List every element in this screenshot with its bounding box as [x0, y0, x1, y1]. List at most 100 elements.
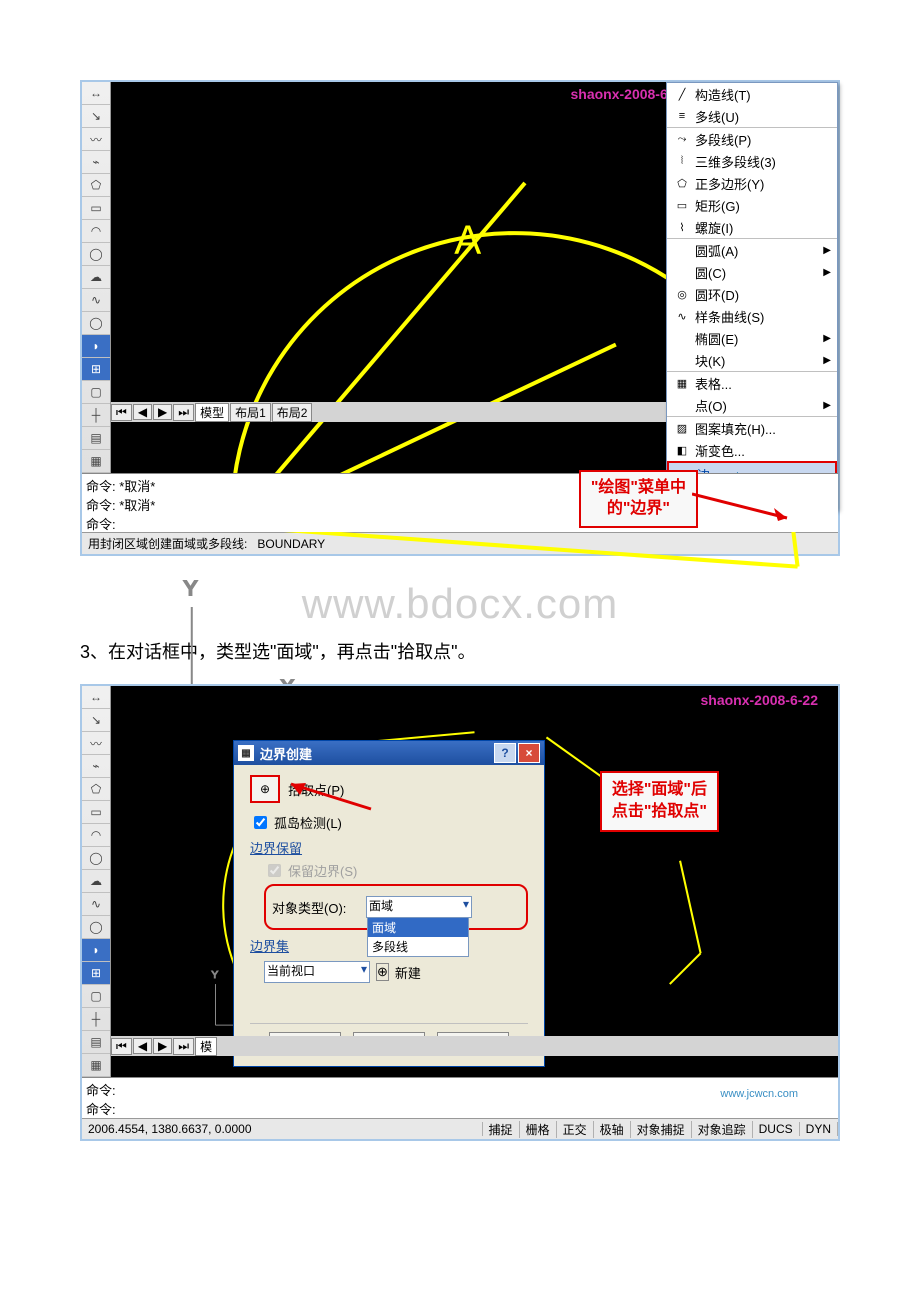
- drawing-canvas[interactable]: shaonx-2008-6-22 A X Y ⏮ ◀: [111, 82, 838, 422]
- tool-block-icon[interactable]: ▢: [82, 381, 110, 404]
- menu-mline[interactable]: ≡多线(U): [667, 105, 837, 127]
- layout-tabs-2: ⏮ ◀ ▶ ⏭ 模: [111, 1036, 838, 1056]
- boundary-dialog: ▦ 边界创建 ? × ⊕ 拾取点(P): [233, 740, 545, 1067]
- drawing-canvas-2[interactable]: shaonx-2008-6-22 X Y ▦ 边界创建: [111, 686, 838, 1056]
- tool-block-icon[interactable]: ▢: [82, 985, 110, 1008]
- object-type-select[interactable]: 面域 ▾ 面域 多段线: [366, 896, 472, 918]
- menu-3dpoly[interactable]: ⦚三维多段线(3): [667, 150, 837, 172]
- new-pick-button[interactable]: ⊕: [376, 963, 389, 981]
- tab-nav-first[interactable]: ⏮: [111, 1038, 132, 1055]
- tool-region-icon[interactable]: ▦: [82, 1054, 110, 1077]
- tab-model[interactable]: 模: [195, 1037, 217, 1056]
- polar-toggle[interactable]: 极轴: [594, 1121, 631, 1138]
- tool-spline-icon[interactable]: ∿: [82, 289, 110, 312]
- viewport-select[interactable]: 当前视口 ▾: [264, 961, 370, 983]
- tab-layout2[interactable]: 布局2: [272, 403, 313, 422]
- menu-ellipse[interactable]: 椭圆(E)▶: [667, 327, 837, 349]
- tool-rect-icon[interactable]: ▭: [82, 197, 110, 220]
- annotation-box-2: 选择"面域"后 点击"拾取点": [600, 771, 719, 832]
- menu-spline[interactable]: ∿样条曲线(S): [667, 305, 837, 327]
- tool-revcloud-icon[interactable]: ☁: [82, 870, 110, 893]
- close-button-icon[interactable]: ×: [518, 743, 540, 763]
- tab-nav-prev[interactable]: ◀: [133, 1038, 152, 1054]
- tool-arc-icon[interactable]: ◠: [82, 824, 110, 847]
- osnap-toggle[interactable]: 对象捕捉: [631, 1121, 692, 1138]
- tool-point-icon[interactable]: ┼: [82, 1008, 110, 1031]
- tool-point-icon[interactable]: ┼: [82, 404, 110, 427]
- ortho-toggle[interactable]: 正交: [557, 1121, 594, 1138]
- tool-ray-icon[interactable]: ↘: [82, 709, 110, 732]
- tab-nav-last[interactable]: ⏭: [173, 404, 194, 421]
- tab-nav-next[interactable]: ▶: [153, 404, 172, 420]
- snap-toggle[interactable]: 捕捉: [483, 1121, 520, 1138]
- menu-hatch[interactable]: ▨图案填充(H)...: [667, 416, 837, 439]
- tool-pline-icon[interactable]: ⌁: [82, 151, 110, 174]
- object-type-label: 对象类型(O):: [272, 898, 360, 917]
- keep-boundary-checkbox: 保留边界(S): [264, 861, 528, 880]
- tab-nav-first[interactable]: ⏮: [111, 404, 132, 421]
- tool-spline-icon[interactable]: ∿: [82, 893, 110, 916]
- figure-2: ↔ ↘ 〰 ⌁ ⬠ ▭ ◠ ◯ ☁ ∿ ◯ ◗ ⊞ ▢ ┼ ▤ ▦ shaonx…: [80, 684, 840, 1141]
- tab-layout1[interactable]: 布局1: [230, 403, 271, 422]
- tool-ray-icon[interactable]: ↘: [82, 105, 110, 128]
- tool-arc-icon[interactable]: ◠: [82, 220, 110, 243]
- tool-circle-icon[interactable]: ◯: [82, 243, 110, 266]
- tool-xline-icon[interactable]: 〰: [82, 732, 110, 755]
- checkbox-input[interactable]: [254, 816, 267, 829]
- tool-xline-icon[interactable]: 〰: [82, 128, 110, 151]
- tool-polygon-icon[interactable]: ⬠: [82, 778, 110, 801]
- svg-text:Y: Y: [184, 578, 198, 600]
- menu-arc[interactable]: 圆弧(A)▶: [667, 238, 837, 261]
- arrow-icon: [692, 486, 802, 526]
- tool-ellipse-icon[interactable]: ◯: [82, 312, 110, 335]
- pick-point-button[interactable]: ⊕: [250, 775, 280, 803]
- help-button-icon[interactable]: ?: [494, 743, 516, 763]
- tool-circle-icon[interactable]: ◯: [82, 847, 110, 870]
- ducs-toggle[interactable]: DUCS: [753, 1122, 800, 1136]
- command-window[interactable]: 命令: *取消* 命令: *取消* 命令: "绘图"菜单中 的"边界": [82, 473, 838, 532]
- menu-polygon[interactable]: ⬠正多边形(Y): [667, 172, 837, 194]
- menu-donut[interactable]: ◎圆环(D): [667, 283, 837, 305]
- grid-toggle[interactable]: 栅格: [520, 1121, 557, 1138]
- menu-point[interactable]: 点(O)▶: [667, 394, 837, 416]
- tab-nav-next[interactable]: ▶: [153, 1038, 172, 1054]
- boundary-keep-group: 边界保留: [250, 838, 528, 857]
- option-region[interactable]: 面域: [368, 918, 468, 937]
- coords-display: 2006.4554, 1380.6637, 0.0000: [82, 1122, 483, 1136]
- tool-insert-icon[interactable]: ⊞: [82, 358, 110, 381]
- otrack-toggle[interactable]: 对象追踪: [692, 1121, 753, 1138]
- tool-insert-icon[interactable]: ⊞: [82, 962, 110, 985]
- tool-rect-icon[interactable]: ▭: [82, 801, 110, 824]
- draw-toolbar: ↔ ↘ 〰 ⌁ ⬠ ▭ ◠ ◯ ☁ ∿ ◯ ◗ ⊞ ▢ ┼ ▤ ▦: [82, 82, 111, 473]
- tab-nav-prev[interactable]: ◀: [133, 404, 152, 420]
- menu-xline[interactable]: ╱构造线(T): [667, 83, 837, 105]
- tool-line-icon[interactable]: ↔: [82, 686, 110, 709]
- tool-earc-icon[interactable]: ◗: [82, 939, 110, 962]
- menu-block[interactable]: 块(K)▶: [667, 349, 837, 371]
- command-window-2[interactable]: 命令: 命令: www.jcwcn.com: [82, 1077, 838, 1118]
- cmd-prompt: 命令:: [86, 479, 116, 494]
- menu-helix[interactable]: ⌇螺旋(I): [667, 216, 837, 238]
- tool-hatch-icon[interactable]: ▤: [82, 1031, 110, 1054]
- option-polyline[interactable]: 多段线: [368, 937, 468, 956]
- tool-region-icon[interactable]: ▦: [82, 450, 110, 473]
- tool-line-icon[interactable]: ↔: [82, 82, 110, 105]
- tool-ellipse-icon[interactable]: ◯: [82, 916, 110, 939]
- tool-revcloud-icon[interactable]: ☁: [82, 266, 110, 289]
- tab-nav-last[interactable]: ⏭: [173, 1038, 194, 1055]
- tool-polygon-icon[interactable]: ⬠: [82, 174, 110, 197]
- menu-rectangle[interactable]: ▭矩形(G): [667, 194, 837, 216]
- menu-table[interactable]: ▦表格...: [667, 371, 837, 394]
- tool-hatch-icon[interactable]: ▤: [82, 427, 110, 450]
- menu-polyline[interactable]: ⤳多段线(P): [667, 127, 837, 150]
- tool-pline-icon[interactable]: ⌁: [82, 755, 110, 778]
- tab-model[interactable]: 模型: [195, 403, 229, 422]
- draw-menu: ╱构造线(T) ≡多线(U) ⤳多段线(P) ⦚三维多段线(3) ⬠正多边形(Y…: [666, 82, 838, 510]
- menu-circle[interactable]: 圆(C)▶: [667, 261, 837, 283]
- figure-1: ↔ ↘ 〰 ⌁ ⬠ ▭ ◠ ◯ ☁ ∿ ◯ ◗ ⊞ ▢ ┼ ▤ ▦ shaonx…: [80, 80, 840, 556]
- annotation-box: "绘图"菜单中 的"边界": [579, 470, 698, 528]
- dyn-toggle[interactable]: DYN: [800, 1122, 838, 1136]
- tool-earc-icon[interactable]: ◗: [82, 335, 110, 358]
- menu-gradient[interactable]: ◧渐变色...: [667, 439, 837, 461]
- dialog-titlebar[interactable]: ▦ 边界创建 ? ×: [234, 741, 544, 765]
